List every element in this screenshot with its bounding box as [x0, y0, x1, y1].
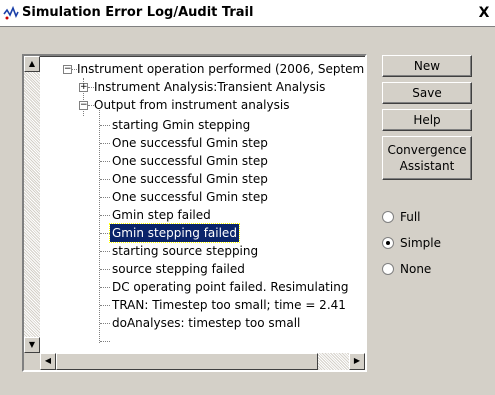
convergence-label-line2: Assistant — [399, 159, 455, 173]
convergence-assistant-button[interactable]: Convergence Assistant — [382, 136, 472, 180]
new-button[interactable]: New — [382, 55, 472, 77]
convergence-label-line1: Convergence — [387, 143, 467, 157]
log-tree[interactable]: ▲ ▼ ◀ ▶ − Instrument operation performed… — [22, 54, 367, 372]
list-item[interactable]: One successful Gmin step — [112, 134, 268, 152]
scroll-right-icon[interactable]: ▶ — [349, 353, 365, 370]
radio-button[interactable] — [382, 211, 394, 223]
list-item[interactable]: Gmin step failed — [112, 206, 211, 224]
radio-simple-label: Simple — [400, 236, 441, 250]
radio-none-label: None — [400, 262, 432, 276]
radio-full-label: Full — [400, 210, 421, 224]
save-button-label: Save — [412, 86, 442, 100]
list-item[interactable]: source stepping failed — [112, 260, 245, 278]
collapse-icon[interactable]: − — [79, 101, 88, 110]
list-item[interactable]: starting source stepping — [112, 242, 258, 260]
close-button[interactable]: X — [476, 5, 492, 21]
new-button-label: New — [413, 59, 441, 73]
list-item[interactable]: doAnalyses: timestep too small — [112, 314, 300, 332]
window-title: Simulation Error Log/Audit Trail — [22, 5, 254, 20]
expand-icon[interactable]: + — [79, 83, 88, 92]
app-icon — [3, 5, 19, 20]
list-item[interactable]: One successful Gmin step — [112, 188, 268, 206]
radio-button-selected[interactable] — [382, 237, 394, 249]
tree-content: − Instrument operation performed (2006, … — [40, 56, 365, 353]
tree-root[interactable]: Instrument operation performed (2006, Se… — [77, 60, 364, 78]
help-button[interactable]: Help — [382, 109, 472, 131]
list-item[interactable]: starting Gmin stepping — [112, 116, 250, 134]
scroll-left-icon[interactable]: ◀ — [40, 353, 56, 370]
list-item-selected[interactable]: Gmin stepping failed — [109, 223, 240, 243]
title-bar: Simulation Error Log/Audit Trail X — [0, 0, 495, 26]
help-button-label: Help — [413, 113, 441, 127]
list-item[interactable]: One successful Gmin step — [112, 152, 268, 170]
scroll-down-icon[interactable]: ▼ — [24, 337, 40, 353]
scrollbar-corner — [24, 353, 40, 370]
collapse-icon[interactable]: − — [63, 65, 72, 74]
save-button[interactable]: Save — [382, 82, 472, 104]
horizontal-scrollbar[interactable]: ◀ ▶ — [40, 353, 365, 370]
list-item[interactable]: DC operating point failed. Resimulating — [112, 278, 348, 296]
scroll-up-icon[interactable]: ▲ — [24, 56, 40, 72]
list-item[interactable]: TRAN: Timestep too small; time = 2.41 — [112, 296, 346, 314]
tree-node-instrument-analysis[interactable]: Instrument Analysis:Transient Analysis — [94, 78, 325, 96]
radio-button[interactable] — [382, 263, 394, 275]
vertical-scrollbar[interactable]: ▲ ▼ — [24, 56, 40, 353]
list-item[interactable]: One successful Gmin step — [112, 170, 268, 188]
tree-node-output[interactable]: Output from instrument analysis — [94, 96, 289, 114]
scroll-thumb[interactable] — [56, 353, 318, 370]
